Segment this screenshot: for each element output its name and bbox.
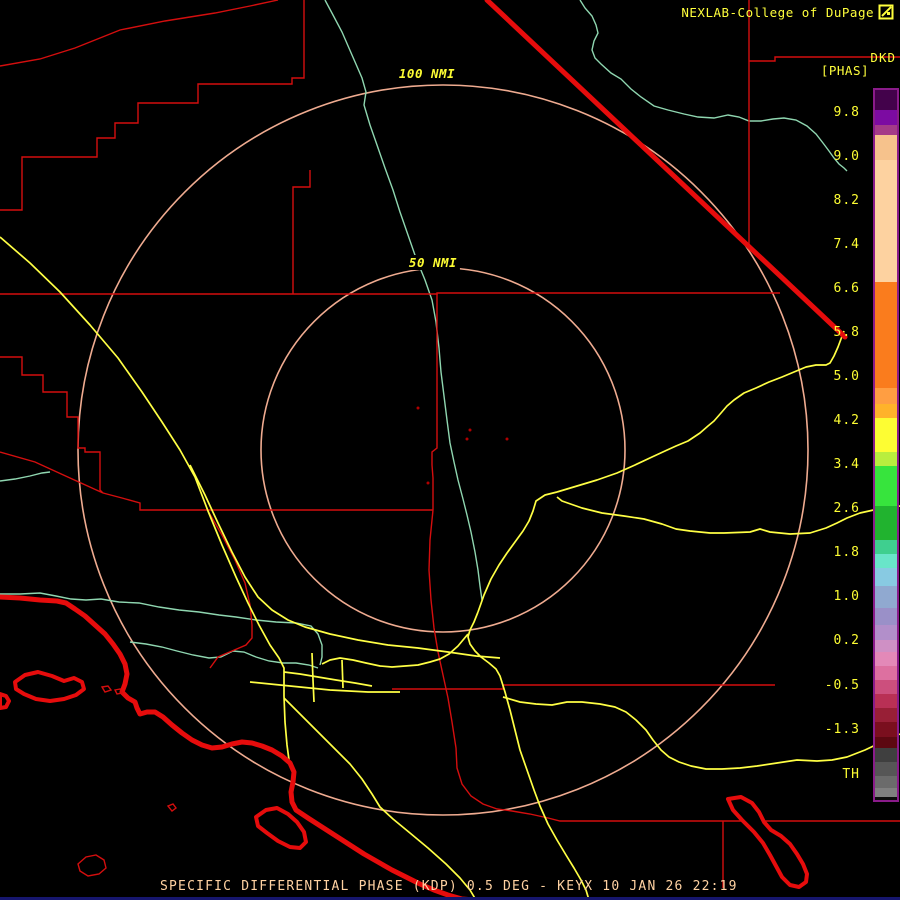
color-scale-segment — [875, 625, 897, 640]
color-scale-segment — [875, 110, 897, 125]
color-scale-segment — [875, 762, 897, 776]
highway-line — [311, 652, 315, 703]
range-ring — [260, 267, 626, 633]
color-scale-tick: TH — [842, 767, 860, 782]
product-units-label: [PHAS] — [820, 63, 869, 78]
color-scale-tick: -1.3 — [824, 722, 860, 737]
color-scale-tick: -0.5 — [824, 678, 860, 693]
color-scale-tick: 4.2 — [833, 413, 860, 428]
county-line — [292, 170, 311, 294]
islet-outline — [100, 685, 113, 693]
county-line — [0, 0, 305, 211]
color-scale-tick: 1.0 — [833, 589, 860, 604]
color-scale-segment — [875, 797, 897, 800]
color-scale-segment — [875, 135, 897, 160]
state-coast-line — [484, 0, 848, 340]
river-line — [0, 471, 51, 482]
color-scale-segment — [875, 540, 897, 554]
color-scale-tick: 0.2 — [833, 633, 860, 648]
county-line — [0, 292, 780, 295]
color-scale-tick: 5.8 — [833, 325, 860, 340]
color-scale-tick: 9.0 — [833, 149, 860, 164]
radar-echo-dot — [426, 481, 430, 485]
range-ring-label-100nmi: 100 NMI — [395, 66, 459, 81]
color-scale-segment — [875, 608, 897, 625]
brand-title: NEXLAB-College of DuPage — [681, 5, 874, 20]
radar-echo-dot — [465, 437, 469, 441]
county-line — [207, 510, 253, 669]
color-scale-segment — [875, 788, 897, 797]
color-scale-tick: 6.6 — [833, 281, 860, 296]
color-scale-tick: 9.8 — [833, 105, 860, 120]
range-ring-label-50nmi: 50 NMI — [405, 255, 461, 270]
radar-echo-dot — [416, 406, 420, 410]
color-scale-segment — [875, 282, 897, 388]
county-line — [0, 356, 104, 494]
state-coast-line — [0, 594, 478, 900]
highway-line — [283, 671, 373, 687]
color-scale-segment — [875, 680, 897, 694]
color-scale-segment — [875, 388, 897, 404]
highway-line — [467, 611, 590, 900]
color-scale-segment — [875, 586, 897, 608]
island-outline — [0, 692, 11, 710]
color-scale-segment — [875, 418, 897, 452]
cod-flag-icon — [878, 4, 894, 20]
river-line — [579, 0, 848, 172]
radar-map-canvas — [0, 0, 900, 900]
color-scale-segment — [875, 708, 897, 722]
highway-line — [556, 330, 845, 493]
river-line — [0, 592, 323, 666]
highway-line — [477, 491, 558, 613]
color-scale-segment — [875, 722, 897, 737]
status-bar-text: SPECIFIC DIFFERENTIAL PHASE (KDP) 0.5 DE… — [160, 879, 738, 894]
color-scale-segment — [875, 748, 897, 762]
highway-line — [249, 681, 400, 693]
color-scale-segment — [875, 90, 897, 110]
county-line — [0, 451, 104, 494]
county-line — [0, 0, 279, 67]
highway-line — [283, 697, 477, 900]
product-code-label: DKD — [870, 50, 896, 65]
island-outline — [13, 670, 86, 703]
island-outline — [726, 795, 809, 889]
islet-outline — [77, 854, 107, 877]
color-scale-segment — [875, 737, 897, 748]
highway-line — [341, 659, 344, 689]
color-scale-tick: 8.2 — [833, 193, 860, 208]
color-scale-segment — [875, 568, 897, 586]
radar-echo-dot — [505, 437, 509, 441]
highway-line — [321, 633, 469, 668]
highway-line — [189, 464, 501, 659]
color-scale-segment — [875, 640, 897, 652]
color-scale-tick: 5.0 — [833, 369, 860, 384]
color-scale-segment — [875, 506, 897, 540]
color-scale-bar — [873, 88, 899, 802]
islet-outline — [166, 803, 177, 812]
color-scale-segment — [875, 666, 897, 680]
color-scale-segment — [875, 452, 897, 466]
color-scale-tick: 1.8 — [833, 545, 860, 560]
color-scale-tick: 7.4 — [833, 237, 860, 252]
color-scale-segment — [875, 554, 897, 568]
range-ring — [77, 84, 809, 816]
color-scale-tick: 2.6 — [833, 501, 860, 516]
color-scale-segment — [875, 652, 897, 666]
color-scale-segment — [875, 125, 897, 135]
radar-echo-dot — [468, 428, 472, 432]
color-scale-tick: 3.4 — [833, 457, 860, 472]
radar-display: 100 NMI 50 NMI NEXLAB-College of DuPage … — [0, 0, 900, 900]
color-scale-segment — [875, 776, 897, 788]
color-scale-segment — [875, 694, 897, 708]
county-line — [428, 509, 900, 822]
color-scale-segment — [875, 466, 897, 506]
islet-outline — [113, 688, 124, 695]
county-line — [392, 684, 775, 690]
color-scale-segment — [875, 404, 897, 418]
color-scale-segment — [875, 160, 897, 282]
